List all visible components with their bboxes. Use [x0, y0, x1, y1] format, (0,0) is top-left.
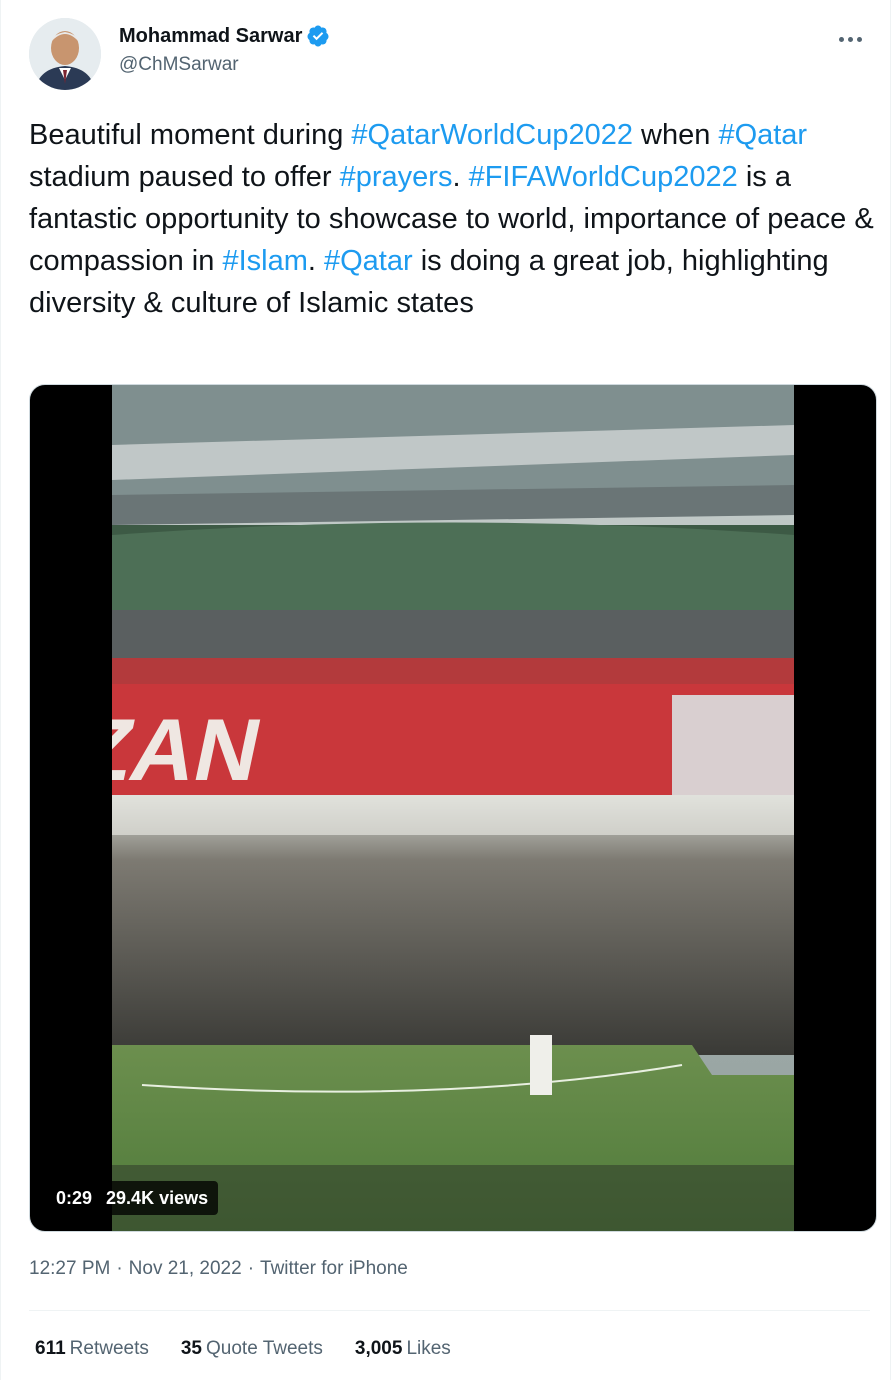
display-name-row: Mohammad Sarwar [119, 24, 330, 48]
author-handle[interactable]: @ChMSarwar [119, 54, 330, 76]
tweet-time[interactable]: 12:27 PM [29, 1258, 110, 1280]
video-overlay: 0:29 29.4K views [46, 1181, 219, 1215]
tweet-text-segment: . [307, 245, 324, 277]
retweets-count: 611 [35, 1338, 66, 1359]
tweet-card: Mohammad Sarwar @ChMSarwar Beautiful mom… [0, 0, 891, 1380]
retweets-stat[interactable]: 611 Retweets [35, 1338, 149, 1360]
tweet-text-segment: stadium paused to offer [29, 161, 340, 193]
hashtag-link[interactable]: #Qatar [718, 119, 807, 151]
author-names: Mohammad Sarwar @ChMSarwar [119, 24, 330, 76]
tweet-video[interactable]: IZAN 0:29 29.4K views [29, 384, 877, 1232]
video-thumbnail[interactable]: IZAN [112, 385, 794, 1231]
hashtag-link[interactable]: #prayers [340, 161, 453, 193]
tweet-text-segment: when [632, 119, 719, 151]
quotes-count: 35 [180, 1338, 202, 1359]
hashtag-link[interactable]: #Qatar [324, 245, 413, 277]
video-views: 29.4K views [106, 1187, 209, 1208]
svg-text:IZAN: IZAN [112, 700, 270, 799]
tweet-stats: 611 Retweets 35 Quote Tweets 3,005 Likes [35, 1338, 451, 1360]
likes-label: Likes [406, 1338, 451, 1359]
hashtag-link[interactable]: #FIFAWorldCup2022 [469, 161, 738, 193]
meta-separator: · [247, 1258, 255, 1279]
quote-tweets-stat[interactable]: 35 Quote Tweets [181, 1338, 323, 1360]
likes-stat[interactable]: 3,005 Likes [355, 1338, 451, 1360]
meta-separator: · [116, 1258, 123, 1279]
tweet-date[interactable]: Nov 21, 2022 [129, 1258, 242, 1280]
video-duration: 0:29 [56, 1187, 93, 1208]
hashtag-link[interactable]: #QatarWorldCup2022 [351, 119, 633, 151]
hashtag-link[interactable]: #Islam [222, 245, 307, 277]
divider [29, 1310, 870, 1311]
display-name[interactable]: Mohammad Sarwar [119, 25, 302, 48]
tweet-header: Mohammad Sarwar @ChMSarwar [29, 18, 870, 92]
more-options-icon[interactable] [830, 24, 870, 54]
avatar[interactable] [29, 18, 101, 90]
tweet-meta: 12:27 PM · Nov 21, 2022 · Twitter for iP… [29, 1258, 408, 1280]
verified-badge-icon [306, 24, 330, 48]
tweet-source[interactable]: Twitter for iPhone [260, 1258, 408, 1280]
tweet-text: Beautiful moment during #QatarWorldCup20… [29, 114, 879, 324]
retweets-label: Retweets [69, 1338, 149, 1359]
likes-count: 3,005 [354, 1338, 403, 1359]
tweet-text-segment: . [452, 161, 469, 193]
quotes-label: Quote Tweets [206, 1338, 323, 1359]
tweet-text-segment: Beautiful moment during [29, 119, 352, 151]
